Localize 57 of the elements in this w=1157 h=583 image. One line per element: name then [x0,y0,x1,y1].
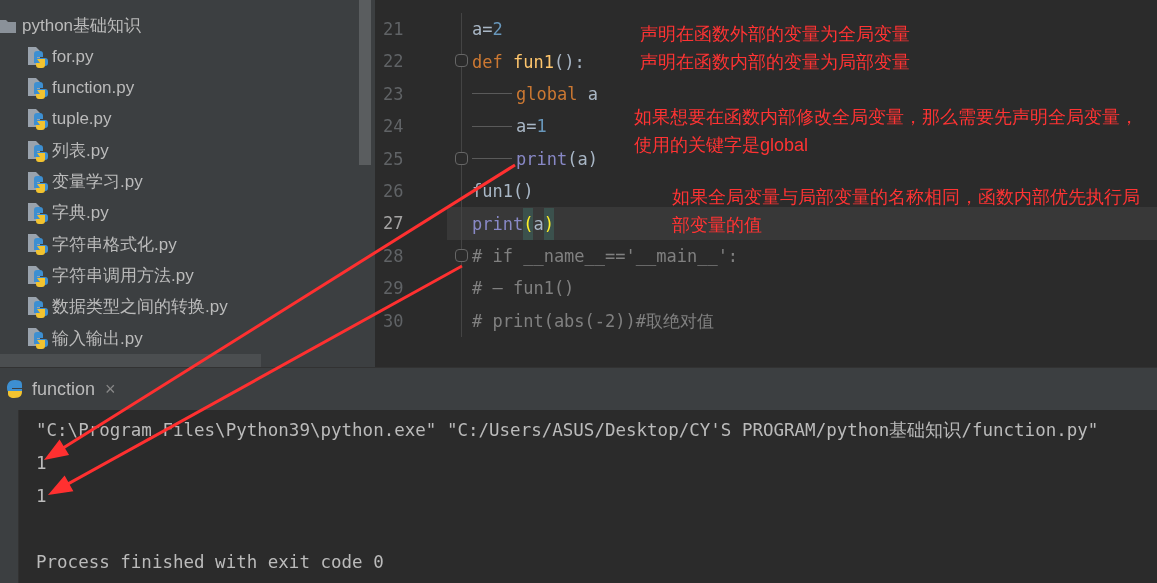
file-item[interactable]: for.py [0,41,261,73]
code-line: a=1 [472,110,547,143]
console-output: 1 [36,485,47,508]
python-file-icon [26,45,48,68]
annotation: 如果想要在函数内部修改全局变量，那么需要先声明全局变量，使用的关键字是global [634,106,1139,157]
line-number: 27 [383,212,404,236]
code-line: def fun1(): [472,50,585,74]
line-number: 30 [383,309,404,333]
python-file-icon [26,327,48,350]
python-file-icon [26,233,48,256]
line-number: 24 [383,115,404,139]
fold-icon [455,54,468,68]
indent-guide [472,125,512,127]
file-item[interactable]: 字符串调用方法.py [0,260,261,292]
annotation: 如果全局变量与局部变量的名称相同，函数内部优先执行局部变量的值 [672,186,1141,237]
file-item[interactable]: 字典.py [0,197,261,229]
line-number: 23 [383,82,404,106]
python-file-icon [26,76,48,99]
python-file-icon [26,170,48,193]
python-file-icon [26,139,48,162]
line-number: 28 [383,244,404,268]
python-file-icon [26,296,48,318]
line-number: 21 [383,18,404,41]
code-line: a=2 [472,18,503,42]
console-output: Process finished with exit code 0 [36,551,384,574]
folder-name[interactable]: python基础知识 [22,12,142,39]
console-output: 1 [36,452,47,475]
python-file-icon [26,264,48,287]
code-line: print(a) [472,142,598,175]
line-number: 22 [383,50,404,74]
code-line: # if __name__=='__main__': [472,244,739,268]
file-item[interactable]: 变量学习.py [0,166,261,198]
file-item[interactable]: 字符串格式化.py [0,228,261,261]
file-item[interactable]: 列表.py [0,134,261,167]
code-line: # — fun1() [472,277,575,301]
file-item[interactable]: 数据类型之间的转换.py [0,291,261,323]
close-icon[interactable]: × [105,375,116,403]
python-file-icon [26,202,48,225]
annotation: 声明在函数内部的变量为局部变量 [640,51,910,74]
folder-icon [0,17,16,34]
code-line: global a [472,77,598,110]
line-number: 25 [383,147,404,171]
file-item[interactable]: function.py [0,72,261,104]
fold-icon [455,151,468,165]
file-item[interactable]: tuple.py [0,103,261,135]
line-number: 29 [383,277,404,301]
python-file-icon [26,108,48,131]
indent-guide [472,158,512,160]
line-number: 26 [383,179,404,203]
fold-icon [455,248,468,262]
file-item[interactable]: 输入输出.py [0,322,261,354]
code-line: fun1() [472,180,534,204]
code-line: # print(abs(-2))#取绝对值 [472,309,714,333]
run-tab[interactable]: function × [0,375,116,403]
code-line: print(a) [472,207,554,240]
annotation: 声明在函数外部的变量为全局变量 [640,23,910,46]
indent-guide [472,93,512,95]
